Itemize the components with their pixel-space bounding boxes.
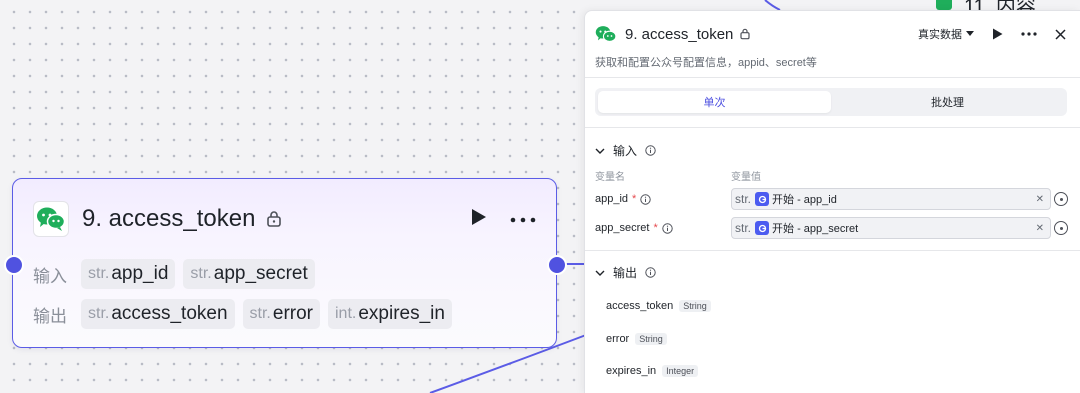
input-chip-app-id: str. app_id <box>81 259 176 289</box>
app-id-value-field[interactable]: str. 开始 - app_id ✕ <box>731 188 1051 210</box>
panel-description: 获取和配置公众号配置信息，appid、secret等 <box>595 57 817 69</box>
wechat-icon <box>595 23 617 45</box>
node-inputs-row: 输入 str. app_id str. app_secret <box>33 259 323 289</box>
output-section-title: 输出 <box>613 266 638 280</box>
wechat-icon <box>33 201 69 237</box>
info-icon <box>662 222 673 234</box>
info-icon <box>640 193 652 205</box>
chevron-down-icon <box>595 266 605 280</box>
start-node-icon <box>755 221 770 235</box>
start-node-icon <box>755 192 770 206</box>
variable-picker-icon[interactable] <box>1054 221 1068 235</box>
output-chip-access-token: str. access_token <box>81 299 235 329</box>
lock-icon <box>739 28 751 40</box>
chevron-down-icon <box>595 144 605 158</box>
panel-title: 9. access_token <box>625 25 734 43</box>
data-mode-value: 真实数据 <box>918 29 962 41</box>
data-mode-select[interactable]: 真实数据 <box>918 26 974 42</box>
output-section-header[interactable]: 输出 <box>595 264 656 281</box>
app-secret-value-field[interactable]: str. 开始 - app_secret ✕ <box>731 217 1051 239</box>
chevron-down-icon <box>966 28 974 40</box>
divider <box>585 127 1080 128</box>
column-header-name: 变量名 <box>595 172 625 183</box>
workflow-node-access-token[interactable]: 9. access_token 输入 str. app_id str. app_se… <box>4 178 567 348</box>
tab-batch[interactable]: 批处理 <box>831 91 1064 113</box>
outputs-label: 输出 <box>33 306 67 326</box>
output-chip-error: str. error <box>242 299 320 329</box>
clear-icon[interactable]: ✕ <box>1036 223 1044 234</box>
run-mode-tabs: 单次 批处理 <box>595 88 1067 116</box>
input-section-title: 输入 <box>613 144 638 158</box>
input-row-app-id: app_id * str. 开始 - app_id ✕ <box>595 188 1051 210</box>
output-port[interactable] <box>547 255 567 275</box>
run-button[interactable] <box>470 207 488 232</box>
run-button[interactable] <box>992 28 1003 40</box>
type-badge: Integer <box>662 365 699 377</box>
close-icon[interactable] <box>1055 28 1066 40</box>
clear-icon[interactable]: ✕ <box>1036 194 1044 205</box>
node-title: 9. access_token <box>82 205 256 232</box>
wechat-icon <box>936 0 952 10</box>
inputs-label: 输入 <box>33 266 67 286</box>
lock-icon <box>265 210 283 228</box>
divider <box>585 77 1080 78</box>
input-name: app_id * <box>595 193 731 205</box>
more-options-icon[interactable] <box>1021 32 1037 36</box>
input-name: app_secret * <box>595 222 731 234</box>
info-icon <box>645 145 656 156</box>
divider <box>585 250 1080 251</box>
variable-picker-icon[interactable] <box>1054 192 1068 206</box>
output-row-error: error String <box>606 333 667 345</box>
node-config-panel: 9. access_token 真实数据 获取和配置公众号配置信息，appid、… <box>584 10 1080 393</box>
tab-single[interactable]: 单次 <box>598 91 831 113</box>
output-chip-expires-in: int. expires_in <box>328 299 452 329</box>
output-row-expires-in: expires_in Integer <box>606 365 699 377</box>
more-options-icon[interactable] <box>510 210 536 228</box>
type-badge: String <box>635 333 667 345</box>
column-header-value: 变量值 <box>731 172 761 183</box>
node-outputs-row: 输出 str. access_token str. error int. expire… <box>33 299 460 329</box>
type-badge: String <box>679 300 711 312</box>
input-row-app-secret: app_secret * str. 开始 - app_secret ✕ <box>595 217 1051 239</box>
input-port[interactable] <box>4 255 24 275</box>
output-row-access-token: access_token String <box>606 300 711 312</box>
input-section-header[interactable]: 输入 <box>595 142 656 159</box>
info-icon <box>645 267 656 278</box>
input-chip-app-secret: str. app_secret <box>183 259 315 289</box>
